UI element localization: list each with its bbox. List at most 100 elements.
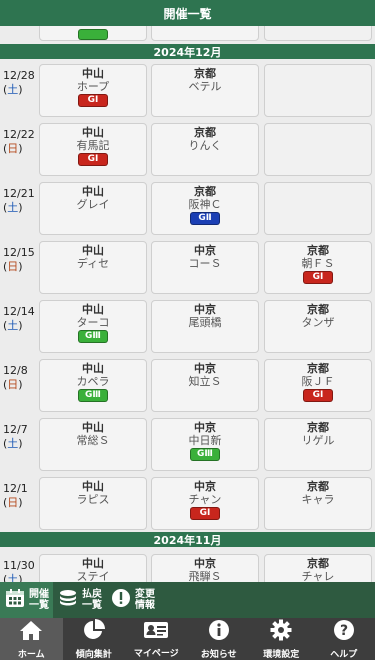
id-card-icon (143, 620, 169, 644)
bottom-nav: ホーム 傾向集計 マイページ お知らせ 環境設定 ? ヘルプ (0, 618, 375, 660)
race-card[interactable]: 中山 常総Ｓ (39, 418, 147, 471)
venue-label: 京都 (194, 67, 216, 80)
partial-cell[interactable] (39, 26, 147, 41)
race-name: ベテル (188, 80, 222, 93)
race-card[interactable]: 京都 ベテル (151, 64, 259, 117)
weekday-label: (日) (3, 496, 23, 509)
race-card[interactable]: 中山 有馬記 GⅠ (39, 123, 147, 176)
race-date: 12/15 (日) (3, 246, 39, 274)
grade-badge: GⅢ (190, 448, 220, 461)
weekday-label: (日) (3, 142, 23, 155)
nav-label: お知らせ (200, 649, 237, 660)
grade-badge: GⅠ (303, 389, 333, 402)
race-card[interactable]: 中京 尾頭橋 (151, 300, 259, 353)
sub-tab-bar: 開催 一覧 払戻 一覧 変更 情報 (0, 582, 375, 618)
nav-settings[interactable]: 環境設定 (250, 618, 313, 660)
subtab-changes[interactable]: 変更 情報 (106, 582, 159, 618)
race-card[interactable]: 中山 ホープ GⅠ (39, 64, 147, 117)
race-name: 中日新 (188, 434, 222, 447)
info-icon (208, 619, 230, 645)
weekday-label: (土) (3, 83, 23, 96)
subtab-label: 変更 情報 (135, 589, 155, 611)
grade-badge (78, 29, 108, 40)
schedule-list[interactable]: 2024年12月 12/28 (土) 中山 ホープ GⅠ 京都 ベテル 12/22 (日) 中山有… (0, 26, 375, 582)
date-label: 12/7 (3, 423, 28, 436)
weekday-label: (土) (3, 437, 23, 450)
venue-label: 中京 (194, 480, 216, 493)
weekday-label: (日) (3, 378, 23, 391)
race-day-row: 12/28 (土) 中山 ホープ GⅠ 京都 ベテル (0, 64, 375, 117)
race-card[interactable]: 中山 ステイ (39, 554, 147, 582)
month-label: 2024年12月 (153, 45, 222, 59)
race-card[interactable]: 京都 キャラ (264, 477, 372, 530)
race-card[interactable]: 中京 飛騨Ｓ (151, 554, 259, 582)
race-name: ステイ (76, 570, 110, 582)
nav-mypage[interactable]: マイページ (125, 618, 188, 660)
page-title: 開催一覧 (163, 6, 212, 21)
race-card[interactable]: 京都 チャレ (264, 554, 372, 582)
partial-cell (264, 26, 372, 41)
race-name: りんく (188, 139, 222, 152)
race-name: 尾頭橋 (188, 316, 222, 329)
race-card[interactable]: 中京 チャン GⅠ (151, 477, 259, 530)
race-card[interactable]: 中山 カペラ GⅢ (39, 359, 147, 412)
coins-icon (57, 587, 79, 613)
grade-badge: GⅠ (303, 271, 333, 284)
race-card[interactable]: 京都 タンザ (264, 300, 372, 353)
grade-badge: GⅠ (78, 94, 108, 107)
venue-label: 京都 (194, 185, 216, 198)
race-day-row: 12/14 (土) 中山 ターコ GⅢ 中京 尾頭橋 京都 タンザ (0, 300, 375, 353)
nav-help[interactable]: ? ヘルプ (313, 618, 375, 660)
venue-label: 中京 (194, 303, 216, 316)
race-name: キャラ (301, 493, 335, 506)
venue-label: 中山 (82, 362, 104, 375)
venue-label: 中山 (82, 303, 104, 316)
venue-label: 中山 (82, 185, 104, 198)
race-card[interactable]: 中山 ディセ (39, 241, 147, 294)
race-name: 阪神Ｃ (188, 198, 222, 211)
race-name: グレイ (76, 198, 110, 211)
subtab-schedule[interactable]: 開催 一覧 (0, 582, 53, 618)
nav-trends[interactable]: 傾向集計 (63, 618, 126, 660)
race-card[interactable]: 中山 グレイ (39, 182, 147, 235)
race-name: ターコ (76, 316, 110, 329)
race-date: 12/14 (土) (3, 305, 39, 333)
grade-badge: GⅡ (190, 212, 220, 225)
race-card[interactable]: 京都 阪神Ｃ GⅡ (151, 182, 259, 235)
nav-label: 環境設定 (263, 649, 300, 660)
race-card[interactable]: 中山 ラピス (39, 477, 147, 530)
race-card[interactable]: 京都 阪ＪＦ GⅠ (264, 359, 372, 412)
venue-label: 京都 (307, 362, 329, 375)
help-icon: ? (333, 619, 355, 645)
race-card[interactable]: 京都 りんく (151, 123, 259, 176)
empty-cell (264, 182, 372, 235)
race-name: タンザ (301, 316, 335, 329)
race-name: ディセ (76, 257, 110, 270)
venue-label: 中山 (82, 126, 104, 139)
race-card[interactable]: 中山 ターコ GⅢ (39, 300, 147, 353)
race-date: 12/1 (日) (3, 482, 39, 510)
nav-news[interactable]: お知らせ (188, 618, 251, 660)
nav-label: 傾向集計 (75, 649, 112, 660)
subtab-payout[interactable]: 払戻 一覧 (53, 582, 106, 618)
race-card[interactable]: 京都 リゲル (264, 418, 372, 471)
race-name: 常総Ｓ (76, 434, 110, 447)
weekday-label: (土) (3, 573, 23, 582)
date-label: 11/30 (3, 559, 35, 572)
nav-label: ヘルプ (330, 649, 358, 660)
race-date: 12/22 (日) (3, 128, 39, 156)
race-date: 12/21 (土) (3, 187, 39, 215)
venue-label: 中京 (194, 362, 216, 375)
partial-cell[interactable] (151, 26, 259, 41)
month-header: 2024年11月 (0, 532, 375, 547)
nav-home[interactable]: ホーム (0, 618, 63, 660)
race-card[interactable]: 中京 中日新 GⅢ (151, 418, 259, 471)
race-card[interactable]: 中京 知立Ｓ (151, 359, 259, 412)
race-card[interactable]: 京都 朝ＦＳ GⅠ (264, 241, 372, 294)
date-label: 12/1 (3, 482, 28, 495)
race-name: カペラ (76, 375, 110, 388)
race-name: ホープ (76, 80, 110, 93)
grade-badge: GⅢ (78, 389, 108, 402)
race-card[interactable]: 中京 コーＳ (151, 241, 259, 294)
grade-badge: GⅢ (78, 330, 108, 343)
